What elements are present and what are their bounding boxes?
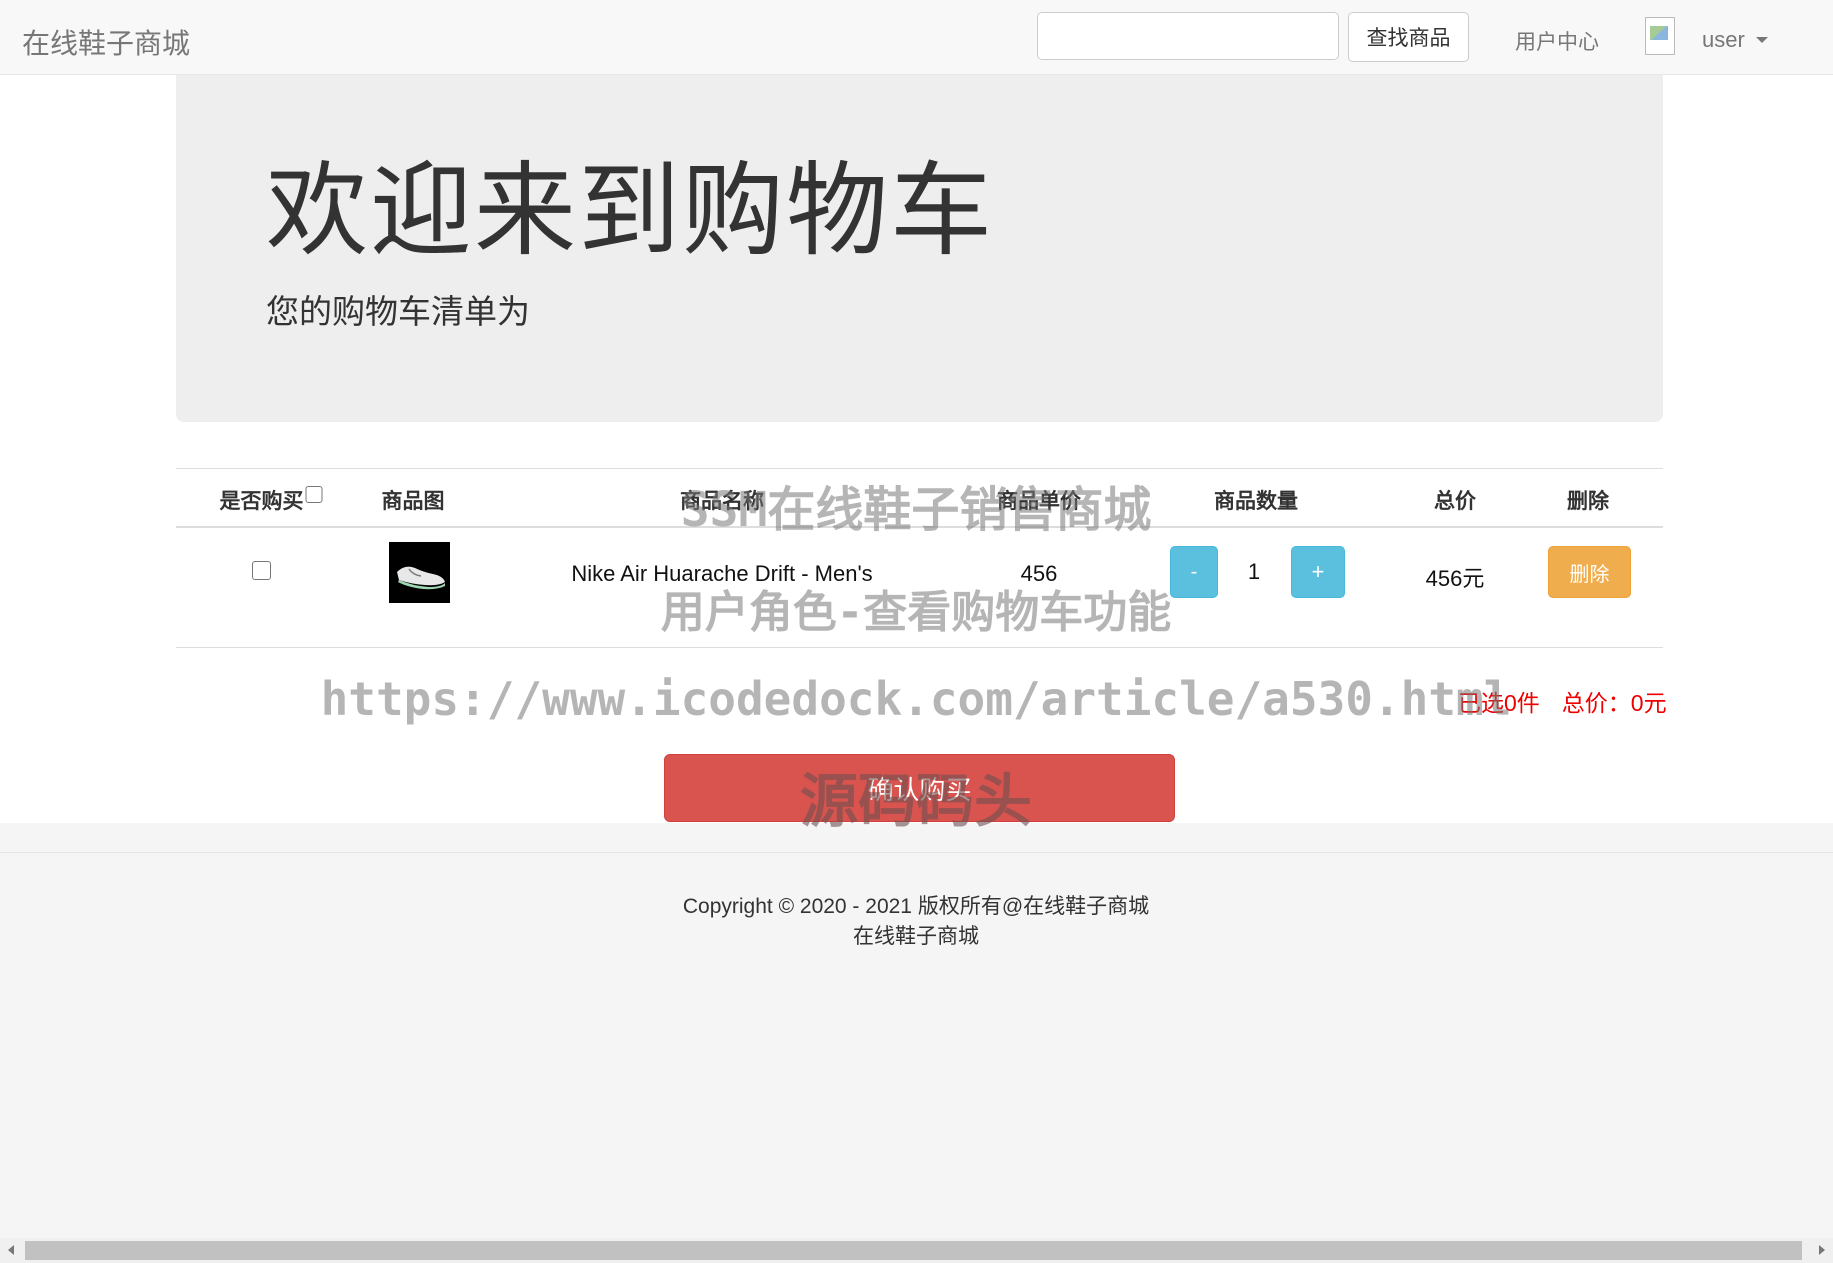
chevron-down-icon[interactable] <box>1756 37 1768 43</box>
shoe-icon <box>389 542 450 603</box>
scrollbar-thumb[interactable] <box>25 1241 1802 1260</box>
brand-logo[interactable]: 在线鞋子商城 <box>22 22 190 62</box>
delete-button[interactable]: 删除 <box>1548 546 1631 598</box>
header-total: 总价 <box>1434 490 1476 513</box>
watermark-subtitle: 用户角色-查看购物车功能 <box>660 587 1172 638</box>
quantity-decrease-button[interactable]: - <box>1170 546 1218 598</box>
horizontal-scrollbar[interactable] <box>0 1238 1833 1263</box>
row-total-price: 456元 <box>1425 566 1485 591</box>
footer-divider <box>0 852 1833 853</box>
quantity-increase-button[interactable]: + <box>1291 546 1345 598</box>
header-quantity: 商品数量 <box>1214 490 1298 513</box>
quantity-value: 1 <box>1247 559 1261 584</box>
watermark-brand: 源码码头 <box>799 767 1033 835</box>
header-delete: 删除 <box>1567 490 1609 513</box>
footer-copyright: Copyright © 2020 - 2021 版权所有@在线鞋子商城 <box>682 895 1150 918</box>
summary-total: 总价：0元 <box>1561 690 1667 716</box>
row-buy-checkbox[interactable] <box>252 561 271 580</box>
user-dropdown[interactable]: user <box>1702 27 1745 53</box>
header-buy: 是否购买 <box>220 485 323 515</box>
search-button[interactable]: 查找商品 <box>1348 12 1469 62</box>
header-image: 商品图 <box>381 490 445 513</box>
select-all-checkbox[interactable] <box>305 486 323 503</box>
watermark-title: SSM在线鞋子销售商城 <box>680 482 1152 538</box>
page-title: 欢迎来到购物车 <box>266 154 994 268</box>
scroll-right-icon[interactable] <box>1819 1245 1825 1255</box>
watermark-url: https://www.icodedock.com/article/a530.h… <box>320 672 1512 726</box>
footer-site-name: 在线鞋子商城 <box>853 925 979 948</box>
avatar-image[interactable] <box>1645 17 1675 55</box>
search-input[interactable] <box>1037 12 1339 60</box>
navbar: 在线鞋子商城 查找商品 用户中心 user <box>0 0 1833 75</box>
product-image[interactable] <box>389 542 450 603</box>
page-subtitle: 您的购物车清单为 <box>266 293 530 330</box>
nav-user-center-link[interactable]: 用户中心 <box>1515 26 1599 56</box>
scroll-left-icon[interactable] <box>8 1245 14 1255</box>
